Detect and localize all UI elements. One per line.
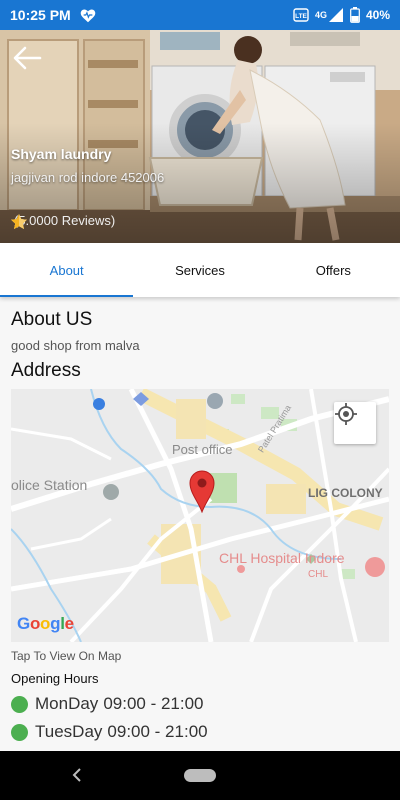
map-label-police: olice Station: [11, 477, 88, 493]
tab-about[interactable]: About: [0, 243, 134, 297]
system-nav-bar: [0, 751, 400, 800]
volte-icon: LTE: [293, 7, 309, 23]
reviews-count: (5.0000 Reviews): [14, 213, 116, 228]
star-half-icon: [11, 214, 27, 229]
hours-day: MonDay: [35, 694, 99, 713]
tab-bar: About Services Offers: [0, 243, 400, 297]
battery-icon: [350, 7, 360, 23]
map-tiles: [11, 389, 389, 642]
signal-icon: 4G: [315, 7, 344, 23]
map-label-hospital: CHL Hospital Indore: [219, 550, 345, 566]
status-right: LTE 4G 40%: [293, 7, 390, 23]
chevron-left-icon: [72, 768, 81, 782]
nav-home-pill[interactable]: [184, 769, 216, 782]
open-status-dot: [11, 695, 28, 713]
battery-percent: 40%: [365, 8, 390, 22]
tab-services[interactable]: Services: [133, 243, 266, 297]
status-time: 10:25 PM: [10, 7, 71, 23]
nav-back-button[interactable]: [68, 765, 88, 785]
heart-icon: [79, 7, 97, 23]
shop-name: Shyam laundry: [11, 146, 112, 162]
hours-row: MonDay 09:00 - 21:00: [11, 694, 204, 714]
map-label-chl: CHL: [308, 569, 329, 580]
map-label-post-office: Post office: [172, 442, 233, 457]
tab-offers[interactable]: Offers: [267, 243, 400, 297]
crosshair-icon: [335, 403, 357, 425]
hours-row: TuesDay 09:00 - 21:00: [11, 722, 208, 742]
arrow-left-icon: [13, 46, 42, 70]
address-heading: Address: [11, 360, 81, 381]
svg-text:LTE: LTE: [295, 13, 307, 20]
my-location-button[interactable]: [334, 402, 376, 444]
app-screen: 10:25 PM LTE 4G 40% Shyam laundry jagjiv…: [0, 0, 400, 800]
about-heading: About US: [11, 309, 93, 330]
about-content: About US good shop from malva Address Po…: [0, 297, 400, 751]
map-view[interactable]: Post office olice Station LIG COLONY CHL…: [11, 389, 389, 642]
rating-row: (5.0000 Reviews): [10, 213, 116, 229]
hours-day: TuesDay: [35, 722, 103, 741]
hours-time: 09:00 - 21:00: [107, 722, 208, 741]
about-text: good shop from malva: [11, 338, 140, 353]
open-status-dot: [11, 723, 28, 741]
map-pin-icon: [189, 470, 215, 513]
google-logo: Google: [17, 614, 74, 633]
hero-banner: Shyam laundry jagjivan rod indore 452006…: [0, 30, 400, 243]
shop-address: jagjivan rod indore 452006: [11, 170, 165, 185]
map-label-lig-colony: LIG COLONY: [308, 486, 383, 500]
back-button[interactable]: [10, 44, 44, 72]
network-type: 4G: [314, 10, 327, 20]
hours-time: 09:00 - 21:00: [103, 694, 204, 713]
opening-hours-title: Opening Hours: [11, 671, 99, 686]
status-bar: 10:25 PM LTE 4G 40%: [0, 0, 400, 30]
tap-to-view-map[interactable]: Tap To View On Map: [11, 649, 121, 663]
